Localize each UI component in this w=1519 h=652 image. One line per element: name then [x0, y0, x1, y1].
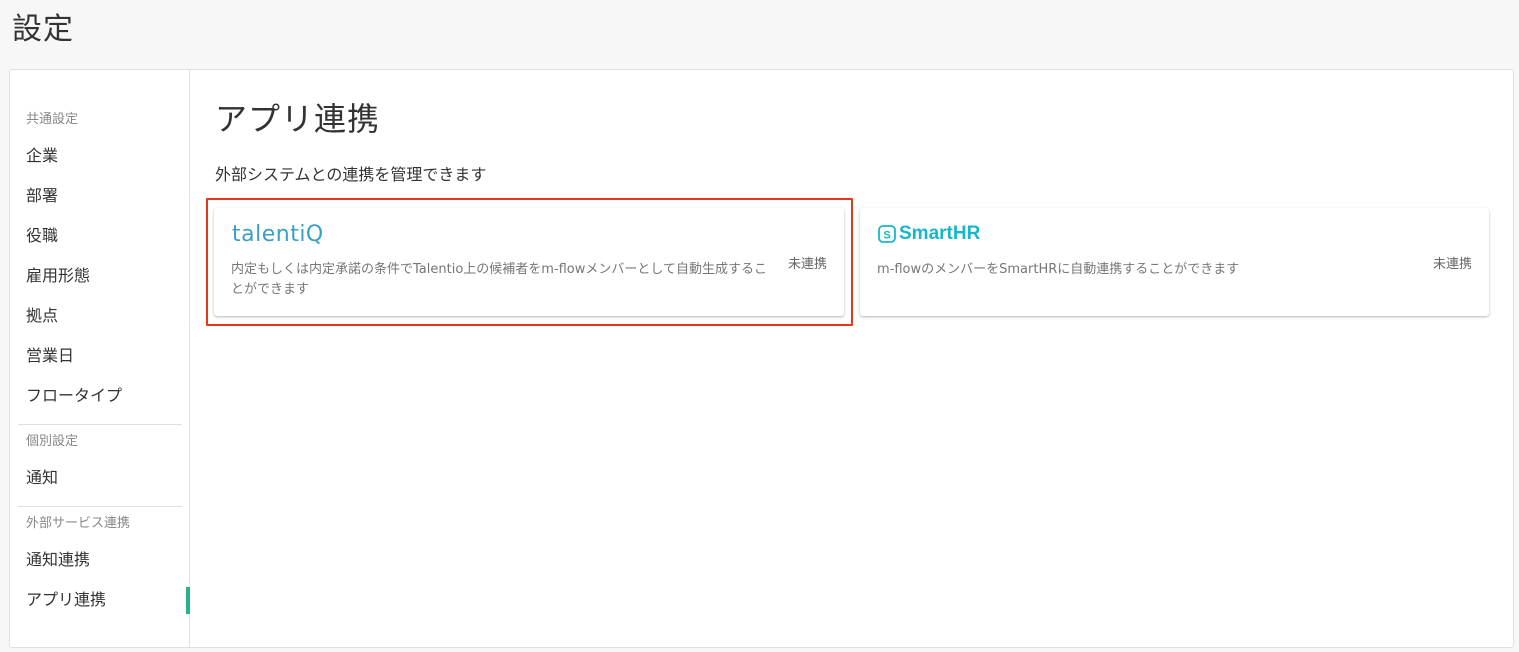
- sidebar-section-external: 外部サービス連携 通知連携 アプリ連携: [10, 514, 190, 620]
- talentio-logo-text: talentiQ: [232, 221, 324, 247]
- sidebar-divider: [18, 424, 182, 425]
- sidebar-item-location[interactable]: 拠点: [10, 296, 190, 336]
- sidebar-item-department[interactable]: 部署: [10, 176, 190, 216]
- main-content: アプリ連携 外部システムとの連携を管理できます talentiQ 内定もしくは内…: [190, 70, 1513, 647]
- app-card-description: m-flowのメンバーをSmartHRに自動連携することができます: [877, 262, 1240, 277]
- svg-text:S: S: [883, 230, 890, 242]
- sidebar-section-label: 個別設定: [26, 434, 79, 449]
- main-description: 外部システムとの連携を管理できます: [215, 165, 487, 184]
- sidebar-item-notification-integration[interactable]: 通知連携: [10, 540, 190, 580]
- talentio-logo: talentiQ: [232, 220, 324, 248]
- smarthr-logo: S SmartHR: [878, 220, 980, 248]
- sidebar-item-flow-type[interactable]: フロータイプ: [10, 376, 190, 416]
- app-card-status: 未連携: [787, 257, 827, 272]
- sidebar-item-business-days[interactable]: 営業日: [10, 336, 190, 376]
- smarthr-logo-icon: S: [878, 225, 896, 243]
- app-card-description: 内定もしくは内定承諾の条件でTalentio上の候補者をm-flowメンバーとし…: [231, 262, 768, 297]
- sidebar-item-position[interactable]: 役職: [10, 216, 190, 256]
- sidebar-divider: [18, 506, 182, 507]
- sidebar-section-common: 共通設定 企業 部署 役職 雇用形態 拠点 営業日 フロータイプ: [10, 110, 190, 416]
- app-card-status: 未連携: [1432, 257, 1472, 272]
- sidebar-section-label: 外部サービス連携: [26, 516, 131, 531]
- settings-panel: 共通設定 企業 部署 役職 雇用形態 拠点 営業日 フロータイプ 個別設定 通知…: [9, 69, 1514, 648]
- sidebar-section-individual: 個別設定 通知: [10, 432, 190, 498]
- sidebar-item-company[interactable]: 企業: [10, 136, 190, 176]
- page-title: 設定: [12, 12, 74, 47]
- sidebar-item-app-integration[interactable]: アプリ連携: [10, 580, 190, 620]
- smarthr-logo-text: SmartHR: [899, 223, 981, 244]
- main-title: アプリ連携: [215, 100, 381, 138]
- app-card-talentio[interactable]: talentiQ 内定もしくは内定承諾の条件でTalentio上の候補者をm-f…: [214, 208, 844, 316]
- sidebar-section-label: 共通設定: [26, 112, 79, 127]
- sidebar-item-employment-type[interactable]: 雇用形態: [10, 256, 190, 296]
- settings-sidebar: 共通設定 企業 部署 役職 雇用形態 拠点 営業日 フロータイプ 個別設定 通知…: [10, 70, 190, 647]
- app-card-smarthr[interactable]: S SmartHR m-flowのメンバーをSmartHRに自動連携することがで…: [860, 208, 1489, 316]
- sidebar-item-notification[interactable]: 通知: [10, 458, 190, 498]
